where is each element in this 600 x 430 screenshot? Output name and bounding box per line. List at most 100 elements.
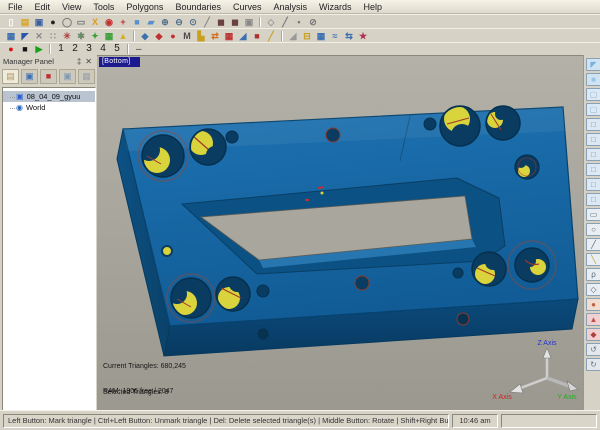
- menu-view[interactable]: View: [56, 1, 87, 13]
- clock-icon[interactable]: ◉: [102, 16, 116, 28]
- close-icon[interactable]: ✕: [83, 57, 94, 66]
- menu-tools[interactable]: Tools: [87, 1, 120, 13]
- pencil-yellow-icon[interactable]: ╱: [264, 30, 278, 42]
- view-iso-icon[interactable]: ◤: [586, 58, 600, 71]
- preset-button-1[interactable]: 1: [54, 43, 68, 55]
- rotate-left-icon[interactable]: ↺: [586, 343, 600, 356]
- view-perspective-icon[interactable]: ▰: [144, 16, 158, 28]
- bulldozer-icon[interactable]: ▙: [194, 30, 208, 42]
- lasso-sphere-icon[interactable]: ◯: [60, 16, 74, 28]
- wedge-gray-icon[interactable]: ◢: [286, 30, 300, 42]
- polygon-icon[interactable]: ◇: [264, 16, 278, 28]
- spray-icon[interactable]: ✳: [60, 30, 74, 42]
- view-cube-5-icon[interactable]: □: [586, 178, 600, 191]
- view-plane1-icon[interactable]: ▢: [586, 88, 600, 101]
- save-icon[interactable]: ▣: [32, 16, 46, 28]
- hourglass-icon[interactable]: X: [88, 16, 102, 28]
- preset-button-4[interactable]: 4: [96, 43, 110, 55]
- preset-button-5[interactable]: 5: [110, 43, 124, 55]
- pin-icon[interactable]: ‡: [75, 57, 83, 66]
- preset-button-3[interactable]: 3: [82, 43, 96, 55]
- preset-button-2[interactable]: 2: [68, 43, 82, 55]
- sphere-icon[interactable]: ●: [46, 16, 60, 28]
- new-document-icon[interactable]: ▯: [4, 16, 18, 28]
- menu-file[interactable]: File: [2, 1, 29, 13]
- play-button[interactable]: ▶: [32, 43, 46, 55]
- view-plane2-icon[interactable]: ▢: [586, 103, 600, 116]
- scan-defect-red: [305, 199, 309, 201]
- fill-holes-icon[interactable]: ●: [166, 30, 180, 42]
- triangle-rgb-icon[interactable]: ▲: [116, 30, 130, 42]
- window-icon[interactable]: ▣: [242, 16, 256, 28]
- marquee-icon[interactable]: ∷: [46, 30, 60, 42]
- select-circle-icon[interactable]: ○: [586, 223, 600, 236]
- open-folder-icon[interactable]: ▤: [18, 16, 32, 28]
- box-red-icon[interactable]: ■: [250, 30, 264, 42]
- plate-model[interactable]: [117, 106, 578, 356]
- monitor-icon[interactable]: ▦: [4, 30, 18, 42]
- arrows-orange-icon[interactable]: ⇄: [208, 30, 222, 42]
- camera2-icon[interactable]: ◼: [228, 16, 242, 28]
- max-icon[interactable]: M: [180, 30, 194, 42]
- select-arrow-icon[interactable]: ◤: [18, 30, 32, 42]
- dot-icon[interactable]: •: [292, 16, 306, 28]
- fill-icon[interactable]: ✦: [88, 30, 102, 42]
- viewport-3d[interactable]: Z Axis X Axis Y Axis [Bottom] Current Tr…: [97, 55, 584, 414]
- menu-wizards[interactable]: Wizards: [313, 1, 358, 13]
- select-lasso-icon[interactable]: ρ: [586, 268, 600, 281]
- view-cube-2-icon[interactable]: □: [586, 133, 600, 146]
- menu-edit[interactable]: Edit: [29, 1, 57, 13]
- stop-button[interactable]: ■: [18, 43, 32, 55]
- manager-tab-5[interactable]: ▦: [78, 69, 95, 84]
- shade-mesh-icon[interactable]: ▲: [586, 313, 600, 326]
- zoom-out-icon[interactable]: ⊖: [172, 16, 186, 28]
- rotate-right-icon[interactable]: ↻: [586, 358, 600, 371]
- zoom-window-icon[interactable]: ⊙: [186, 16, 200, 28]
- manager-tab-3[interactable]: ■: [40, 69, 57, 84]
- delete-icon[interactable]: ✕: [32, 30, 46, 42]
- manager-tab-1[interactable]: ▤: [2, 69, 19, 84]
- wave-icon[interactable]: ≈: [328, 30, 342, 42]
- tree-item-world[interactable]: ◉ World: [3, 102, 95, 113]
- manager-panel-tabs: ▤▣■▣▦: [0, 67, 97, 87]
- zoom-in-icon[interactable]: ⊕: [158, 16, 172, 28]
- manager-tab-2[interactable]: ▣: [21, 69, 38, 84]
- decimate-icon[interactable]: ◆: [138, 30, 152, 42]
- view-cube-4-icon[interactable]: □: [586, 163, 600, 176]
- manager-tab-4[interactable]: ▣: [59, 69, 76, 84]
- select-rect-icon[interactable]: ▭: [586, 208, 600, 221]
- view-flat-icon[interactable]: ■: [130, 16, 144, 28]
- star-red-icon[interactable]: ★: [356, 30, 370, 42]
- view-cube-1-icon[interactable]: □: [586, 118, 600, 131]
- menu-polygons[interactable]: Polygons: [120, 1, 169, 13]
- rectangle-select-icon[interactable]: ▭: [74, 16, 88, 28]
- measure-icon[interactable]: ╱: [200, 16, 214, 28]
- tree-item-model[interactable]: ▣ 08_04_09_gyuu: [3, 91, 95, 102]
- hole-right-edge: [515, 155, 539, 179]
- shade-sphere-icon[interactable]: ●: [586, 298, 600, 311]
- menu-curves[interactable]: Curves: [227, 1, 268, 13]
- gear-icon[interactable]: ✱: [74, 30, 88, 42]
- layers-icon[interactable]: ⊟: [300, 30, 314, 42]
- half-square-icon[interactable]: ◢: [236, 30, 250, 42]
- view-top-icon[interactable]: ■: [586, 73, 600, 86]
- select-pencil-icon[interactable]: ╲: [586, 253, 600, 266]
- select-line-icon[interactable]: ╱: [586, 238, 600, 251]
- crosshair-icon[interactable]: +: [116, 16, 130, 28]
- select-poly-icon[interactable]: ◇: [586, 283, 600, 296]
- pen-icon[interactable]: ╱: [278, 16, 292, 28]
- image-icon[interactable]: ▦: [314, 30, 328, 42]
- camera-icon[interactable]: ◼: [214, 16, 228, 28]
- grid-green-icon[interactable]: ▦: [102, 30, 116, 42]
- view-cube-3-icon[interactable]: □: [586, 148, 600, 161]
- menu-help[interactable]: Help: [358, 1, 389, 13]
- menu-analysis[interactable]: Analysis: [268, 1, 314, 13]
- view-cube-6-icon[interactable]: □: [586, 193, 600, 206]
- disable-icon[interactable]: ⊘: [306, 16, 320, 28]
- shade-flat-icon[interactable]: ◆: [586, 328, 600, 341]
- menu-boundaries[interactable]: Boundaries: [169, 1, 227, 13]
- record-button[interactable]: ●: [4, 43, 18, 55]
- grid-red-icon[interactable]: ▦: [222, 30, 236, 42]
- repair-icon[interactable]: ◆: [152, 30, 166, 42]
- swap-arrows-icon[interactable]: ⇆: [342, 30, 356, 42]
